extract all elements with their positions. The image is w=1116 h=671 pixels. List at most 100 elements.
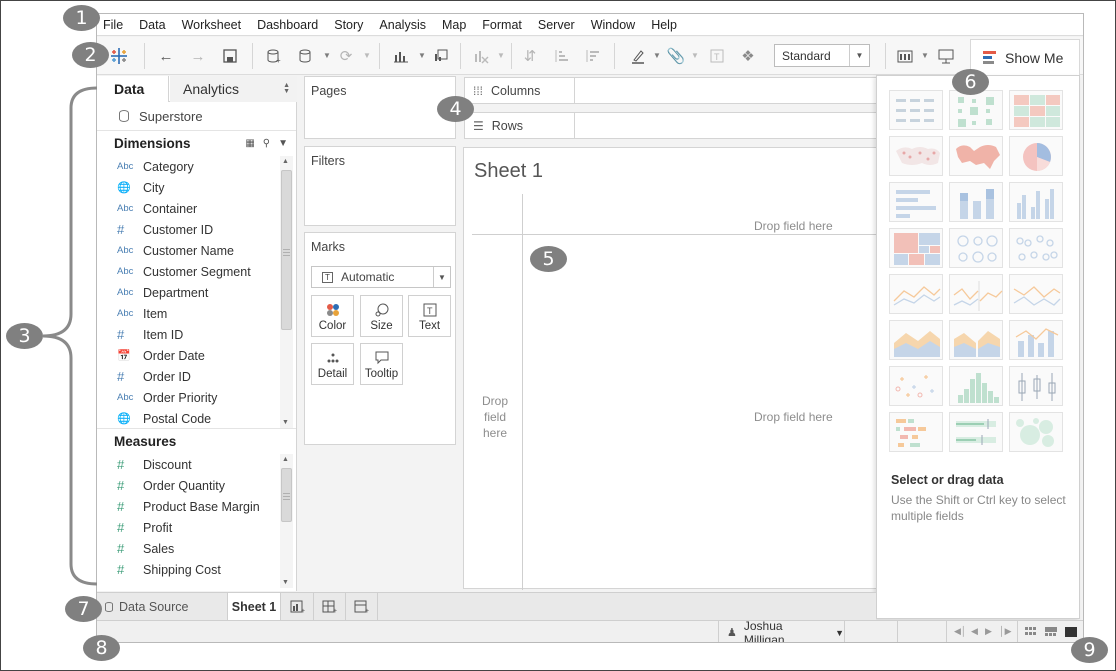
detail-button[interactable]: Detail <box>311 343 354 385</box>
tab-analytics[interactable]: Analytics ▲ ▼ <box>170 76 297 102</box>
field-item[interactable]: # Sales <box>97 538 296 559</box>
discrete-lines-chart-icon[interactable] <box>949 274 1003 314</box>
menu-window[interactable]: Window <box>591 18 635 32</box>
field-item[interactable]: 🌐 City <box>97 177 296 198</box>
tab-data[interactable]: Data <box>97 76 169 102</box>
tableau-logo-icon[interactable] <box>107 45 131 67</box>
field-item[interactable]: Abc Category <box>97 156 296 177</box>
field-item[interactable]: # Profit <box>97 517 296 538</box>
refresh-caret-icon[interactable]: ▼ <box>363 51 371 60</box>
last-sheet-icon[interactable]: │▶ <box>999 626 1012 637</box>
dual-lines-chart-icon[interactable] <box>1009 274 1063 314</box>
tab-data-source[interactable]: Data Source <box>105 593 188 620</box>
horizontal-bars-chart-icon[interactable] <box>889 182 943 222</box>
field-item[interactable]: # Product Base Margin <box>97 496 296 517</box>
new-worksheet-caret-icon[interactable]: ▼ <box>418 51 426 60</box>
undo-icon[interactable]: ← <box>155 45 177 67</box>
measures-scrollbar[interactable]: ▲ — — — ▼ <box>280 454 293 588</box>
group-caret-icon[interactable]: ▼ <box>691 51 699 60</box>
columns-shelf[interactable]: ⁞⁞⁞ Columns <box>464 77 884 104</box>
field-item[interactable]: # Discount <box>97 454 296 475</box>
highlight-table-chart-icon[interactable] <box>1009 90 1063 130</box>
sheet-sorter-icon[interactable] <box>1025 627 1037 637</box>
field-item[interactable]: Abc Customer Segment <box>97 261 296 282</box>
heat-map-chart-icon[interactable] <box>949 90 1003 130</box>
save-icon[interactable] <box>219 45 241 67</box>
group-members-icon[interactable]: 📎 <box>665 45 687 67</box>
field-item[interactable]: Abc Container <box>97 198 296 219</box>
swap-rows-columns-icon[interactable]: ⇵ <box>519 45 541 67</box>
fit-select[interactable]: Standard ▼ <box>774 44 870 67</box>
sort-ascending-icon[interactable] <box>550 45 572 67</box>
user-menu[interactable]: ♟ Joshua Milligan ▼ <box>718 619 845 642</box>
redo-icon[interactable]: → <box>187 45 209 67</box>
field-item[interactable]: # Order Quantity <box>97 475 296 496</box>
menu-dashboard[interactable]: Dashboard <box>257 18 318 32</box>
pages-card[interactable]: Pages <box>304 76 456 139</box>
pause-updates-icon[interactable] <box>295 45 317 67</box>
new-datasource-icon[interactable]: + <box>263 45 285 67</box>
drop-zone-rows[interactable]: Drop field here <box>474 393 516 441</box>
field-item[interactable]: Abc Order Priority <box>97 387 296 408</box>
menu-help[interactable]: Help <box>651 18 677 32</box>
pane-menu-caret-icon[interactable]: ▼ <box>278 138 288 149</box>
datasource-item[interactable]: Superstore <box>97 102 296 130</box>
packed-bubbles-chart-icon[interactable] <box>1009 412 1063 452</box>
tabs-view-icon[interactable] <box>1065 627 1077 637</box>
field-item[interactable]: # Item ID <box>97 324 296 345</box>
text-table-chart-icon[interactable] <box>889 90 943 130</box>
color-button[interactable]: Color <box>311 295 354 337</box>
scroll-down-icon[interactable]: ▼ <box>282 579 289 586</box>
side-by-side-bars-chart-icon[interactable] <box>1009 182 1063 222</box>
field-item[interactable]: 🌐 Postal Code <box>97 408 296 428</box>
highlight-icon[interactable] <box>627 45 649 67</box>
filled-map-chart-icon[interactable] <box>949 136 1003 176</box>
scatter-plot-chart-icon[interactable] <box>889 366 943 406</box>
continuous-area-chart-icon[interactable] <box>889 320 943 360</box>
scroll-up-icon[interactable]: ▲ <box>282 456 289 463</box>
menu-data[interactable]: Data <box>139 18 165 32</box>
new-worksheet-icon[interactable] <box>390 45 412 67</box>
mark-type-select[interactable]: T Automatic ▼ <box>311 266 451 288</box>
view-data-icon[interactable]: ▦ <box>245 138 254 149</box>
field-item[interactable]: Abc Department <box>97 282 296 303</box>
show-mark-labels-icon[interactable]: T <box>706 45 728 67</box>
menu-story[interactable]: Story <box>334 18 363 32</box>
field-item[interactable]: 📅 Order Date <box>97 345 296 366</box>
circle-view-chart-icon[interactable] <box>949 228 1003 268</box>
menu-server[interactable]: Server <box>538 18 575 32</box>
duplicate-sheet-icon[interactable] <box>430 45 452 67</box>
box-and-whisker-chart-icon[interactable] <box>1009 366 1063 406</box>
filters-card[interactable]: Filters <box>304 146 456 226</box>
field-item[interactable]: Abc Item <box>97 303 296 324</box>
cards-caret-icon[interactable]: ▼ <box>921 51 929 60</box>
new-story-tab-icon[interactable]: + <box>347 593 378 620</box>
size-button[interactable]: Size <box>360 295 403 337</box>
sort-descending-icon[interactable] <box>581 45 603 67</box>
bullet-graph-chart-icon[interactable] <box>949 412 1003 452</box>
search-icon[interactable]: ⚲ <box>263 138 270 149</box>
new-worksheet-tab-icon[interactable]: + <box>283 593 314 620</box>
clear-sheet-icon[interactable] <box>470 45 492 67</box>
field-item[interactable]: # Order ID <box>97 366 296 387</box>
pie-chart-icon[interactable] <box>1009 136 1063 176</box>
refresh-icon[interactable]: ⟳ <box>335 45 357 67</box>
show-me-button[interactable]: Show Me <box>970 39 1080 75</box>
menu-analysis[interactable]: Analysis <box>379 18 426 32</box>
view-canvas[interactable]: Sheet 1 Drop field here Drop field here … <box>463 147 884 590</box>
treemap-chart-icon[interactable] <box>889 228 943 268</box>
tooltip-button[interactable]: Tooltip <box>360 343 403 385</box>
clear-sheet-caret-icon[interactable]: ▼ <box>497 51 505 60</box>
menu-worksheet[interactable]: Worksheet <box>182 18 242 32</box>
menu-map[interactable]: Map <box>442 18 466 32</box>
filmstrip-icon[interactable] <box>1045 627 1057 637</box>
scroll-down-icon[interactable]: ▼ <box>282 419 289 426</box>
sheet-title[interactable]: Sheet 1 <box>474 160 543 183</box>
drop-zone-view[interactable]: Drop field here <box>754 409 833 425</box>
menu-format[interactable]: Format <box>482 18 522 32</box>
tab-sheet-1[interactable]: Sheet 1 <box>227 593 281 621</box>
stacked-bars-chart-icon[interactable] <box>949 182 1003 222</box>
text-button[interactable]: T Text <box>408 295 451 337</box>
histogram-chart-icon[interactable] <box>949 366 1003 406</box>
field-item[interactable]: # Customer ID <box>97 219 296 240</box>
